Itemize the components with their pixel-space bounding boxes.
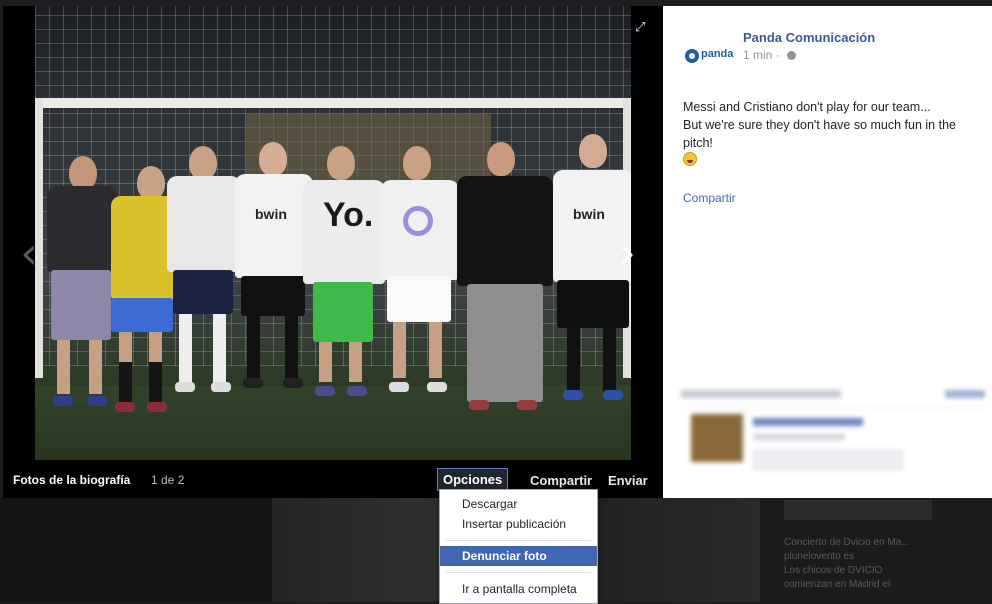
background-thumbnail [784, 500, 932, 520]
post-text-line: But we're sure they don't have so much f… [683, 118, 956, 150]
share-link[interactable]: Compartir [683, 191, 736, 205]
separator [681, 406, 992, 407]
background-feed-line: comienzan en Madrid el [784, 579, 891, 590]
chevron-right-icon[interactable]: › [615, 232, 639, 276]
menu-separator [446, 540, 591, 541]
blurred-text [681, 390, 841, 398]
blurred-link [945, 390, 985, 398]
background-feed-line: plunelovento es [784, 551, 855, 562]
blurred-title [753, 418, 863, 426]
shirt-sponsor: bwin [255, 206, 287, 222]
chevron-left-icon[interactable]: ‹ [17, 232, 41, 276]
background-feed-line: Los chicos de DVICIO [784, 565, 883, 576]
smile-emoji-icon [683, 152, 697, 166]
globe-icon [787, 51, 797, 60]
blurred-thumbnail [691, 414, 743, 462]
send-button[interactable]: Enviar [608, 473, 648, 488]
panda-logo-icon [685, 49, 699, 63]
shirt-print: Yo. [323, 196, 374, 234]
menu-separator [446, 572, 591, 573]
menu-item-fullscreen[interactable]: Ir a pantalla completa [440, 579, 597, 599]
post-text-line: Messi and Cristiano don't play for our t… [683, 100, 931, 114]
post-panel: panda Panda Comunicación 1 min · Messi a… [663, 6, 992, 498]
options-menu: Descargar Insertar publicación Denunciar… [439, 489, 598, 604]
blurred-button [753, 450, 903, 470]
shirt-sponsor: bwin [573, 206, 605, 222]
background-feed-line: Concierto de Dvicio en Ma... [784, 537, 910, 548]
expand-icon[interactable]: ⤢ [635, 20, 649, 34]
album-title[interactable]: Fotos de la biografía [13, 473, 130, 487]
photo-count: 1 de 2 [151, 473, 185, 487]
menu-item-report-photo[interactable]: Denunciar foto [440, 546, 597, 566]
options-button[interactable]: Opciones [437, 468, 509, 491]
avatar[interactable]: panda [683, 44, 733, 68]
post-text: Messi and Cristiano don't play for our t… [683, 98, 983, 171]
photo-viewer: bwin Yo. bwin ⤢ ‹ › Fotos de la biografí… [3, 6, 663, 498]
blurred-subtitle [753, 434, 845, 440]
menu-item-download[interactable]: Descargar [440, 494, 597, 514]
photo[interactable]: bwin Yo. bwin [35, 6, 631, 460]
share-button[interactable]: Compartir [530, 473, 592, 488]
page-name-link[interactable]: Panda Comunicación [743, 30, 875, 45]
post-time[interactable]: 1 min [743, 48, 772, 62]
menu-item-embed-post[interactable]: Insertar publicación [440, 514, 597, 534]
post-meta: 1 min · [743, 48, 797, 62]
avatar-text: panda [701, 48, 734, 60]
goal-crossbar [35, 98, 631, 108]
